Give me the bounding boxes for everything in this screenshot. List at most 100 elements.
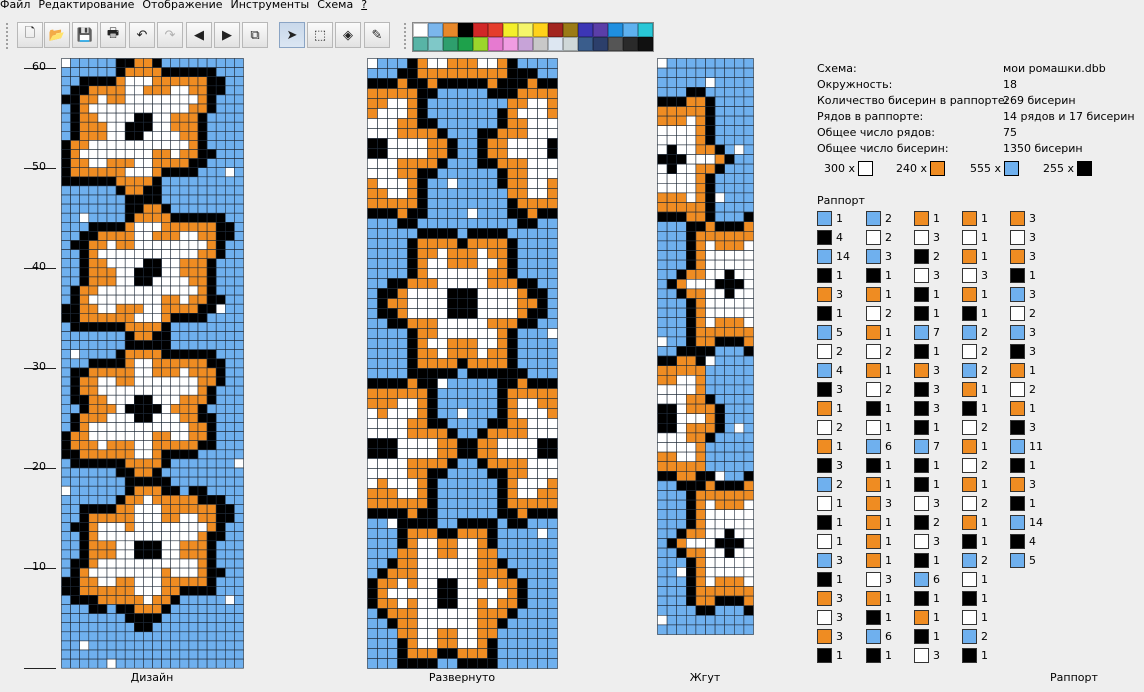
- bead-cell: [417, 648, 428, 659]
- bead-cell: [705, 326, 716, 338]
- bead-cell: [467, 508, 478, 519]
- design-view[interactable]: [61, 58, 244, 669]
- print-button[interactable]: 🖶: [100, 22, 126, 48]
- pointer-tool-button[interactable]: ➤: [279, 22, 305, 48]
- bead-cell: [714, 557, 725, 568]
- palette-swatch[interactable]: [638, 37, 653, 51]
- bead-cell: [427, 408, 438, 419]
- palette-swatch[interactable]: [578, 37, 593, 51]
- bead-color-chip: [1010, 344, 1025, 359]
- palette-swatch[interactable]: [533, 37, 548, 51]
- palette-swatch[interactable]: [443, 23, 458, 37]
- bead-cell: [685, 403, 697, 415]
- toolbar-grip[interactable]: [5, 22, 9, 50]
- bead-cell: [188, 567, 199, 578]
- palette-swatch[interactable]: [503, 23, 518, 37]
- fill-tool-button[interactable]: ◈: [335, 22, 361, 48]
- unrolled-view[interactable]: [367, 58, 558, 669]
- palette-swatch[interactable]: [488, 37, 503, 51]
- menu-scheme[interactable]: Схема: [315, 0, 359, 14]
- copy-button[interactable]: ⧉: [242, 22, 268, 48]
- bead-cell: [225, 476, 235, 487]
- bead-cell: [527, 58, 538, 69]
- rapport-entry: 1: [914, 304, 940, 323]
- palette-swatch[interactable]: [608, 23, 623, 37]
- palette-swatch[interactable]: [623, 23, 638, 37]
- bead-cell: [447, 308, 458, 319]
- bead-cell: [477, 178, 488, 189]
- bead-cell: [417, 458, 428, 469]
- bead-cell: [714, 422, 725, 434]
- palette-swatch[interactable]: [638, 23, 653, 37]
- bead-cell: [206, 103, 217, 114]
- palette-swatch[interactable]: [503, 37, 518, 51]
- bead-cell: [225, 531, 235, 542]
- rapport-entry: 2: [962, 627, 988, 646]
- bead-run-count: 2: [885, 307, 892, 320]
- palette-swatch[interactable]: [593, 23, 608, 37]
- bead-cell: [70, 94, 81, 105]
- palette-swatch[interactable]: [413, 37, 428, 51]
- bead-cell: [377, 308, 388, 319]
- open-file-button[interactable]: 📂: [44, 22, 70, 48]
- bead-cell: [206, 294, 217, 305]
- bead-cell: [161, 340, 171, 351]
- bead-cell: [161, 549, 171, 560]
- menu-file[interactable]: Файл: [0, 0, 36, 14]
- bead-cell: [134, 340, 144, 351]
- bead-cell: [124, 303, 135, 314]
- palette-swatch[interactable]: [473, 23, 488, 37]
- bead-cell: [714, 231, 725, 242]
- bead-cell: [70, 367, 81, 378]
- palette-swatch[interactable]: [548, 23, 563, 37]
- palette-swatch[interactable]: [458, 37, 473, 51]
- bead-cell: [666, 403, 678, 415]
- palette-swatch[interactable]: [563, 37, 578, 51]
- bead-cell: [152, 522, 162, 533]
- select-tool-button[interactable]: ⬚: [307, 22, 333, 48]
- redo-button[interactable]: ↷: [157, 22, 183, 48]
- palette-swatch[interactable]: [608, 37, 623, 51]
- bead-cell: [115, 231, 126, 241]
- palette-swatch[interactable]: [623, 37, 638, 51]
- palette-swatch[interactable]: [518, 37, 533, 51]
- shift-right-button[interactable]: ▶: [214, 22, 240, 48]
- eyedropper-tool-button[interactable]: ✎: [364, 22, 390, 48]
- palette-swatch[interactable]: [578, 23, 593, 37]
- bead-cell: [447, 128, 458, 139]
- bead-cell: [657, 557, 668, 568]
- palette-swatch[interactable]: [428, 37, 443, 51]
- shift-left-button[interactable]: ◀: [186, 22, 212, 48]
- bead-cell: [161, 595, 171, 605]
- bead-cell: [106, 94, 117, 105]
- bead-cell: [115, 222, 126, 232]
- save-button[interactable]: 💾: [72, 22, 98, 48]
- palette-swatch[interactable]: [548, 37, 563, 51]
- palette-swatch[interactable]: [563, 23, 578, 37]
- palette-swatch[interactable]: [428, 23, 443, 37]
- palette-swatch[interactable]: [443, 37, 458, 51]
- bead-run-count: 2: [836, 478, 843, 491]
- bead-cell: [507, 568, 518, 579]
- palette-swatch[interactable]: [518, 23, 533, 37]
- bead-cell: [70, 622, 81, 633]
- palette-swatch[interactable]: [458, 23, 473, 37]
- bead-cell: [143, 658, 153, 669]
- bead-cell: [70, 103, 81, 114]
- palette-swatch[interactable]: [533, 23, 548, 37]
- menu-help[interactable]: ?: [359, 0, 373, 14]
- bead-cell: [152, 85, 162, 96]
- new-file-button[interactable]: 🗋: [17, 22, 43, 48]
- palette-swatch[interactable]: [473, 37, 488, 51]
- undo-button[interactable]: ↶: [129, 22, 155, 48]
- palette-swatch[interactable]: [413, 23, 428, 37]
- palette-grip[interactable]: [403, 22, 407, 50]
- bead-cell: [225, 540, 235, 551]
- palette-swatch[interactable]: [593, 37, 608, 51]
- bead-cell: [88, 331, 99, 341]
- menu-tools[interactable]: Инструменты: [228, 0, 315, 14]
- palette-swatch[interactable]: [488, 23, 503, 37]
- menu-view[interactable]: Отображение: [140, 0, 228, 14]
- rope-view[interactable]: [657, 58, 754, 635]
- menu-edit[interactable]: Редактирование: [36, 0, 140, 14]
